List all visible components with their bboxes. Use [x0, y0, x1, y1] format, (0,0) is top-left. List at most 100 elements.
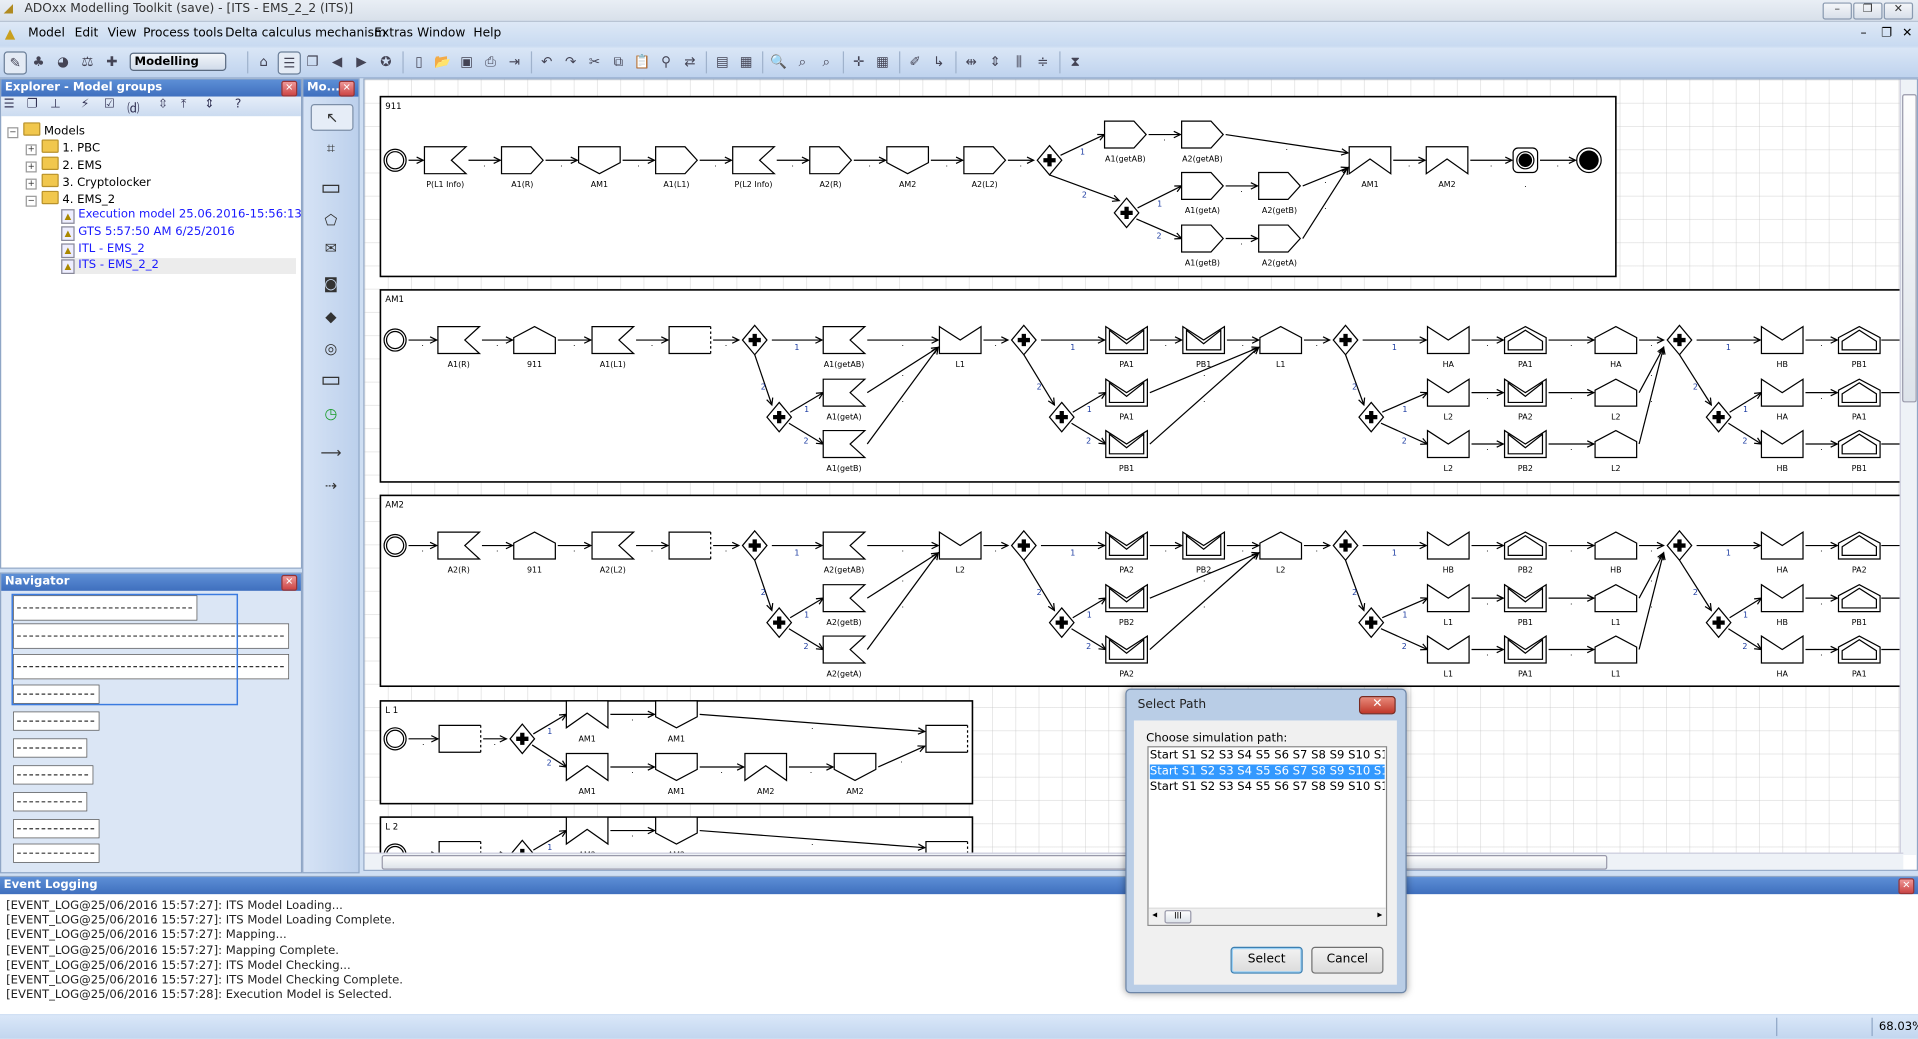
paste-icon[interactable]: 📋	[632, 51, 653, 72]
sub-shape[interactable]	[925, 724, 968, 753]
node-pent-right[interactable]: A1(getB)	[1181, 224, 1225, 267]
database-icon[interactable]: ☰	[277, 51, 301, 75]
restore-button[interactable]: ❐	[1853, 2, 1883, 20]
node-pent-right[interactable]: A1(getA)	[1181, 171, 1225, 215]
node-pent-right[interactable]: A1(getAB)	[1103, 120, 1147, 163]
distribute-horizontal-icon[interactable]: ⫼	[1009, 51, 1030, 72]
expand-icon[interactable]: ⇳	[158, 98, 168, 111]
evaluation-icon[interactable]: ⚖	[77, 51, 98, 72]
zoom-icon[interactable]: 🔍	[768, 51, 789, 72]
path-option[interactable]: Start S1 S2 S3 S4 S5 S6 S7 S8 S9 S10 S11…	[1149, 764, 1385, 780]
modelling-icon[interactable]: ✎	[3, 51, 27, 75]
expand-icon[interactable]: +	[25, 178, 37, 190]
subprocess-tool-icon[interactable]: ▭	[311, 176, 351, 200]
menu-extras[interactable]: Extras	[374, 27, 413, 40]
node-start[interactable]	[383, 727, 407, 751]
minimize-button[interactable]: –	[1822, 2, 1852, 20]
tree-model-execution[interactable]: ▲ Execution model 25.06.2016-15:56:13	[61, 208, 302, 224]
mdi-minimize-button[interactable]: –	[1861, 27, 1867, 40]
vertical-scroll-thumb[interactable]	[1902, 94, 1917, 403]
pool-l2[interactable]: L 2..12......AM2AM2AM2AM2AM1AM1	[379, 816, 974, 856]
zoom-100-icon[interactable]: ⌕	[792, 51, 813, 72]
flash-icon[interactable]: ⚡	[81, 98, 90, 111]
swimlane-tool-icon[interactable]: ⌗	[311, 136, 351, 160]
node-pent-right[interactable]: A2(getA)	[1258, 224, 1302, 267]
send-tool-icon[interactable]: ⬠	[311, 208, 351, 232]
undo-icon[interactable]: ↶	[536, 51, 557, 72]
align-horizontal-icon[interactable]: ⇹	[961, 51, 982, 72]
menu-process-tools[interactable]: Process tools	[143, 27, 223, 40]
message-flow-tool-icon[interactable]: ⇢	[311, 473, 351, 497]
path-list-scroll-thumb[interactable]: III	[1164, 910, 1192, 924]
grid-icon[interactable]: ▦	[872, 51, 893, 72]
tree-root-models[interactable]: − Models	[7, 122, 85, 139]
connector-icon[interactable]: ↳	[928, 51, 949, 72]
distribute-vertical-icon[interactable]: ≑	[1032, 51, 1053, 72]
menu-help[interactable]: Help	[473, 27, 501, 40]
node-sub[interactable]	[438, 724, 482, 753]
path-listbox[interactable]: Start S1 S2 S3 S4 S5 S6 S7 S8 S9 S10 S11…	[1147, 746, 1388, 926]
start-shape[interactable]	[383, 328, 407, 352]
expand-icon[interactable]: +	[25, 144, 37, 156]
explorer-close-button[interactable]: ✕	[281, 80, 298, 97]
expand-icon[interactable]: +	[25, 161, 37, 173]
new-icon[interactable]: ▯	[409, 51, 430, 72]
node-msg-in[interactable]: A2(getA)	[822, 635, 867, 678]
tree-group-ems2[interactable]: − 4. EMS_2	[25, 190, 115, 207]
start-shape[interactable]	[383, 148, 407, 172]
scroll-left-icon[interactable]: ◂	[1152, 909, 1157, 920]
node-msg-in[interactable]: A1(getAB)	[822, 325, 867, 369]
node-start[interactable]	[383, 148, 407, 172]
check-icon[interactable]: ☑	[104, 98, 115, 111]
collapse-icon[interactable]: ⤒	[181, 98, 186, 111]
pool-am1[interactable]: AM1..... 1 2 1 2.... 1 2 1 2..... 1 2 1 2......... 1 2…	[379, 289, 1904, 483]
home-icon[interactable]: ⌂	[253, 51, 274, 72]
sub-shape[interactable]	[668, 325, 711, 355]
simulation-icon[interactable]: ◕	[53, 51, 74, 72]
open-icon[interactable]: 📂	[432, 51, 453, 72]
node-sub[interactable]	[668, 531, 712, 560]
pool-tool-icon[interactable]: ▭	[311, 368, 351, 392]
timer-tool-icon[interactable]: ◷	[311, 401, 351, 425]
node-msg-in[interactable]: A1(getA)	[822, 378, 867, 422]
tree-model-its-selected[interactable]: ▲ ITS - EMS_2_2	[61, 258, 297, 274]
back-icon[interactable]: ◀	[327, 51, 348, 72]
sequence-flow-tool-icon[interactable]: ⟶	[311, 440, 351, 464]
node-end[interactable]	[1576, 147, 1602, 174]
menu-view[interactable]: View	[108, 27, 137, 40]
node-start[interactable]	[383, 533, 407, 558]
crosshair-icon[interactable]: ✛	[848, 51, 869, 72]
menu-model[interactable]: Model	[28, 27, 65, 40]
select-button[interactable]: Select	[1230, 946, 1303, 974]
collapse-icon[interactable]: −	[25, 195, 37, 207]
mdi-close-button[interactable]: ✕	[1902, 27, 1912, 40]
navigator-close-button[interactable]: ✕	[281, 574, 298, 591]
node-msg-in[interactable]: P(L1 Info)	[423, 146, 468, 189]
dialog-close-button[interactable]: ✕	[1358, 696, 1396, 715]
pool-am2[interactable]: AM2..... 1 2 1 2.... 1 2 1 2..... 1 2 1 2......... 1 2…	[379, 494, 1904, 688]
import-export-icon[interactable]: ✚	[102, 51, 123, 72]
tree-group-cryptolocker[interactable]: +3. Cryptolocker	[25, 173, 151, 190]
print-icon[interactable]: ⎙	[480, 51, 501, 72]
path-list-hscrollbar[interactable]: ◂ III ▸	[1148, 907, 1386, 925]
horizontal-scroll-thumb[interactable]	[381, 855, 1608, 870]
sub-shape[interactable]	[668, 531, 711, 560]
sub-shape[interactable]	[438, 724, 481, 753]
path-option[interactable]: Start S1 S2 S3 S4 S5 S6 S7 S8 S9 S10 S11…	[1150, 780, 1385, 795]
zoom-fit-icon[interactable]: ⌕	[816, 51, 837, 72]
start-event-tool-icon[interactable]: ◎	[311, 336, 351, 360]
node-msg-in[interactable]: A1(getB)	[822, 429, 867, 473]
help-icon[interactable]: ?	[235, 98, 241, 111]
tree-model-itl[interactable]: ▲ ITL - EMS_2	[61, 242, 145, 259]
mdi-restore-button[interactable]: ❐	[1881, 27, 1892, 40]
redo-icon[interactable]: ↷	[560, 51, 581, 72]
close-button[interactable]: ✕	[1883, 2, 1914, 20]
compass-icon[interactable]: ✪	[376, 51, 397, 72]
align-vertical-icon[interactable]: ⇕	[985, 51, 1006, 72]
menu-edit[interactable]: Edit	[75, 27, 99, 40]
hourglass-icon[interactable]: ⧗	[1065, 51, 1086, 72]
pointer-tool-icon[interactable]: ↖	[310, 103, 354, 131]
gateway-tool-icon[interactable]: ◆	[311, 305, 351, 329]
attributes-icon[interactable]: ▤	[712, 51, 733, 72]
node-pent-right[interactable]: A2(getAB)	[1181, 120, 1225, 163]
